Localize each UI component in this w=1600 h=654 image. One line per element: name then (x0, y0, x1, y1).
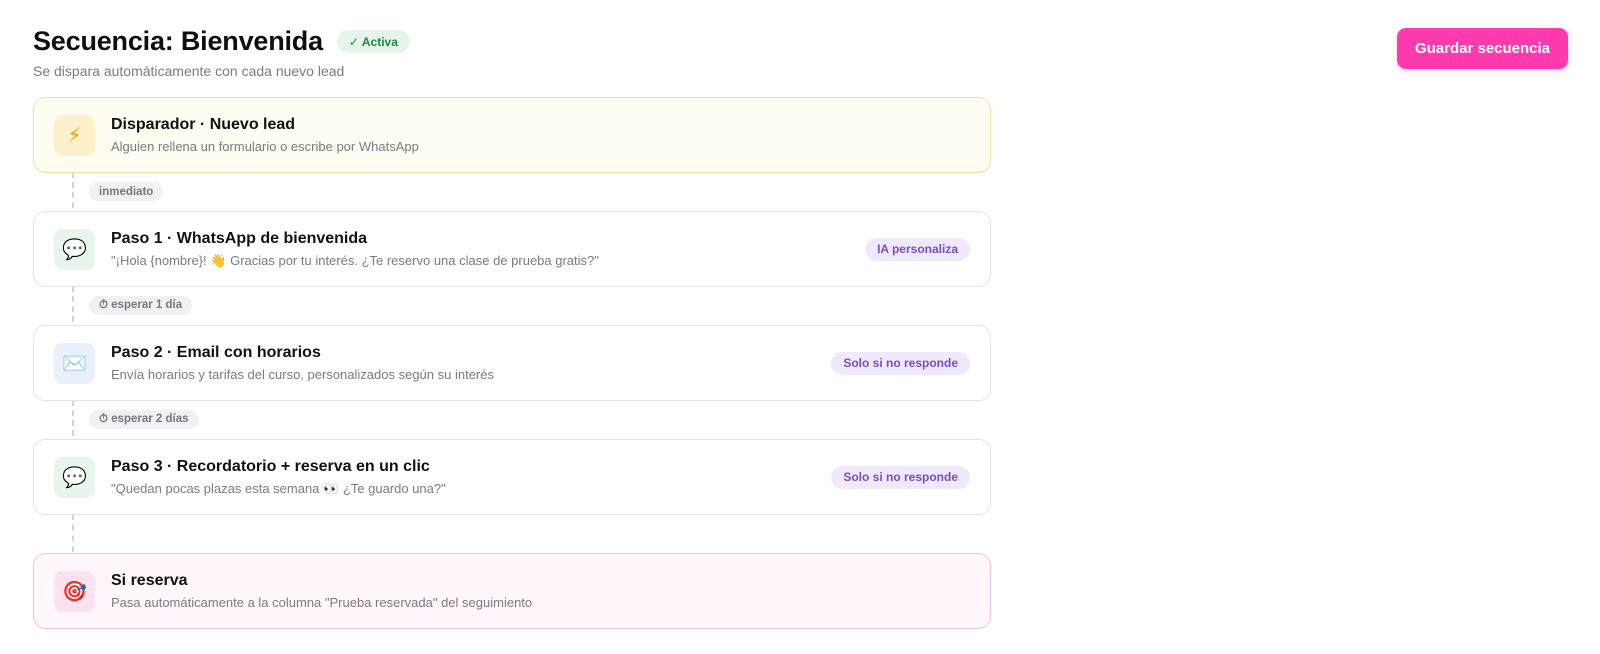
card-description: Alguien rellena un formulario o escribe … (111, 139, 419, 154)
card-title: Disparador · Nuevo lead (111, 116, 296, 133)
mail-icon: ✉️ (54, 342, 95, 384)
goal-card[interactable]: 🎯 Si reserva Pasa automáticamente a la c… (33, 553, 991, 629)
trigger-card[interactable]: ⚡ Disparador · Nuevo lead Alguien rellen… (33, 97, 991, 173)
card-description: Pasa automáticamente a la columna "Prueb… (111, 595, 533, 610)
step-tag: Solo si no responde (831, 351, 970, 375)
chat-icon: 💬 (54, 456, 95, 498)
card-text: Si reserva Pasa automáticamente a la col… (111, 572, 990, 610)
delay-badge: ⏱ esperar 2 días (89, 410, 199, 429)
header: Secuencia: Bienvenida ✓ Activa Se dispar… (33, 26, 410, 79)
save-sequence-button[interactable]: Guardar secuencia (1397, 28, 1568, 69)
lightning-icon: ⚡ (54, 114, 95, 156)
card-text: Paso 1 · WhatsApp de bienvenida "¡Hola {… (111, 230, 865, 269)
connector-line (72, 286, 74, 322)
page-title: Secuencia: Bienvenida (33, 26, 323, 56)
card-text: Disparador · Nuevo lead Alguien rellena … (111, 116, 990, 154)
step-card-2[interactable]: ✉️ Paso 2 · Email con horarios Envía hor… (33, 325, 991, 401)
step-tag: Solo si no responde (831, 465, 970, 489)
chat-icon: 💬 (54, 228, 95, 270)
card-title: Paso 2 · Email con horarios (111, 344, 321, 361)
step-card-1[interactable]: 💬 Paso 1 · WhatsApp de bienvenida "¡Hola… (33, 211, 991, 287)
card-title: Paso 3 · Recordatorio + reserva en un cl… (111, 457, 430, 475)
card-title: Paso 1 · WhatsApp de bienvenida (111, 229, 368, 247)
target-icon: 🎯 (54, 570, 95, 612)
step-tag: IA personaliza (865, 237, 970, 261)
card-text: Paso 2 · Email con horarios Envía horari… (111, 344, 831, 382)
connector-line (72, 172, 74, 208)
card-title: Si reserva (111, 572, 188, 589)
connector-line (72, 400, 74, 436)
connector-line (72, 514, 74, 552)
card-text: Paso 3 · Recordatorio + reserva en un cl… (111, 458, 831, 497)
page-subtitle: Se dispara automáticamente con cada nuev… (33, 63, 345, 79)
card-description: Envía horarios y tarifas del curso, pers… (111, 367, 494, 382)
delay-badge: ⏱ esperar 1 día (89, 296, 193, 315)
step-card-3[interactable]: 💬 Paso 3 · Recordatorio + reserva en un … (33, 439, 991, 515)
card-description: "¡Hola {nombre}! 👋 Gracias por tu interé… (111, 252, 599, 268)
delay-badge: inmediato (89, 182, 164, 201)
card-description: "Quedan pocas plazas esta semana 👀 ¿Te g… (111, 480, 446, 496)
status-badge: ✓ Activa (336, 30, 410, 53)
title-row: Secuencia: Bienvenida ✓ Activa (33, 26, 410, 57)
